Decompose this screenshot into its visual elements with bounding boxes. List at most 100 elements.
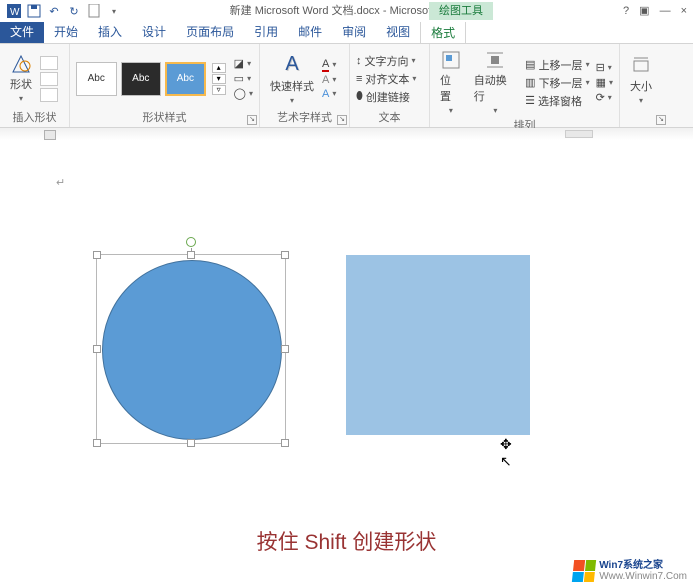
text-direction-icon: ↕: [356, 55, 362, 67]
document-canvas[interactable]: ↵ ✥↖ 按住 Shift 创建形状 Win7系统之家 Www.Winwin7.…: [0, 128, 693, 586]
draw-textbox-button[interactable]: [40, 72, 58, 86]
bring-forward-icon: ▤: [525, 58, 535, 71]
position-button[interactable]: 位置▾: [436, 48, 466, 117]
resize-handle-e[interactable]: [281, 345, 289, 353]
redo-icon[interactable]: ↻: [66, 3, 82, 19]
shape-outline-button[interactable]: ▭▾: [234, 72, 253, 85]
tab-references[interactable]: 引用: [244, 21, 288, 43]
shapes-label: 形状: [10, 76, 32, 92]
wrap-text-button[interactable]: 自动换行▾: [470, 48, 521, 117]
ruler-indent-marker[interactable]: [44, 130, 56, 140]
create-link-button[interactable]: ⬮创建链接: [356, 89, 416, 105]
size-icon: [631, 56, 651, 76]
group-button[interactable]: ▦▾: [596, 76, 613, 89]
group-label-wordart: 艺术字样式: [266, 109, 343, 125]
resize-handle-sw[interactable]: [93, 439, 101, 447]
text-effects-button[interactable]: A▾: [322, 88, 336, 100]
rotate-button[interactable]: ⟳▾: [596, 91, 613, 104]
shape-style-preset-1[interactable]: Abc: [76, 62, 117, 96]
tab-mailings[interactable]: 邮件: [288, 21, 332, 43]
tab-home[interactable]: 开始: [44, 21, 88, 43]
ribbon: 形状 ▾ 插入形状 Abc Abc Abc ▴ ▾ ▿ ◪▾ ▭▾ ◯▾: [0, 44, 693, 128]
selection-pane-button[interactable]: ☰选择窗格: [525, 93, 589, 109]
move-cursor-icon: ✥↖: [500, 436, 512, 470]
title-bar: W ↶ ↻ ▾ 新建 Microsoft Word 文档.docx - Micr…: [0, 0, 693, 22]
shape-mini-presets: [40, 56, 58, 102]
close-button[interactable]: ×: [681, 0, 687, 22]
text-outline-button[interactable]: A▾: [322, 74, 336, 86]
group-size: 大小▾ ↘: [620, 44, 668, 127]
edit-shape-button[interactable]: [40, 56, 58, 70]
align-button[interactable]: ⊟▾: [596, 61, 613, 74]
tab-format[interactable]: 格式: [420, 21, 466, 43]
tab-layout[interactable]: 页面布局: [176, 21, 244, 43]
shape-effects-button[interactable]: ◯▾: [234, 87, 253, 100]
ribbon-display-button[interactable]: ▣: [639, 0, 649, 22]
group-label-shape-styles: 形状样式: [76, 109, 253, 125]
shape-fill-button[interactable]: ◪▾: [234, 57, 253, 70]
resize-handle-w[interactable]: [93, 345, 101, 353]
group-label-text: 文本: [356, 109, 423, 125]
wordart-dialog-launcher[interactable]: ↘: [337, 115, 347, 125]
send-backward-button[interactable]: ▥下移一层▾: [525, 75, 589, 91]
watermark-line2: Www.Winwin7.Com: [599, 571, 687, 582]
position-icon: [441, 50, 461, 70]
style-expand[interactable]: ▿: [212, 85, 226, 95]
shape-styles-dialog-launcher[interactable]: ↘: [247, 115, 257, 125]
wordart-a-icon: A: [285, 53, 298, 76]
resize-handle-ne[interactable]: [281, 251, 289, 259]
word-icon[interactable]: W: [6, 3, 22, 19]
save-icon[interactable]: [26, 3, 42, 19]
tab-design[interactable]: 设计: [132, 21, 176, 43]
new-doc-icon[interactable]: [86, 3, 102, 19]
style-scroll-up[interactable]: ▴: [212, 63, 226, 73]
group-arrange: 位置▾ 自动换行▾ ▤上移一层▾ ▥下移一层▾ ☰选择窗格 ⊟▾ ▦▾ ⟳▾ 排…: [430, 44, 620, 127]
quick-styles-button[interactable]: A 快速样式 ▾: [266, 51, 318, 107]
chevron-down-icon: ▾: [290, 96, 294, 105]
shape-square[interactable]: [346, 255, 530, 435]
text-fill-button[interactable]: A▾: [322, 58, 336, 72]
ruler-right-marker[interactable]: [565, 130, 593, 138]
tab-insert[interactable]: 插入: [88, 21, 132, 43]
align-text-button[interactable]: ≡对齐文本▾: [356, 71, 416, 87]
paragraph-mark: ↵: [56, 176, 65, 189]
rotate-handle[interactable]: [186, 237, 196, 247]
instruction-caption: 按住 Shift 创建形状: [0, 526, 693, 556]
bucket-icon: ◪: [234, 57, 244, 70]
wrap-icon: [485, 50, 505, 70]
bring-forward-button[interactable]: ▤上移一层▾: [525, 57, 589, 73]
quick-access-toolbar: W ↶ ↻ ▾: [0, 3, 122, 19]
help-button[interactable]: ?: [623, 0, 629, 22]
align-icon: ⊟: [596, 61, 605, 74]
text-direction-button[interactable]: ↕文字方向▾: [356, 53, 416, 69]
effects-icon: ◯: [234, 87, 246, 100]
windows-logo-icon: [572, 560, 596, 582]
tab-review[interactable]: 审阅: [332, 21, 376, 43]
rotate-icon: ⟳: [596, 91, 605, 104]
undo-icon[interactable]: ↶: [46, 3, 62, 19]
resize-handle-n[interactable]: [187, 251, 195, 259]
tab-file[interactable]: 文件: [0, 21, 44, 43]
send-backward-icon: ▥: [525, 76, 535, 89]
watermark: Win7系统之家 Www.Winwin7.Com: [573, 560, 687, 582]
more-shapes-button[interactable]: [40, 88, 58, 102]
minimize-button[interactable]: —: [660, 0, 671, 22]
group-icon: ▦: [596, 76, 606, 89]
group-text: ↕文字方向▾ ≡对齐文本▾ ⬮创建链接 文本: [350, 44, 430, 127]
style-scroll-down[interactable]: ▾: [212, 74, 226, 84]
resize-handle-se[interactable]: [281, 439, 289, 447]
shapes-button[interactable]: 形状 ▾: [6, 52, 36, 105]
resize-handle-nw[interactable]: [93, 251, 101, 259]
size-dialog-launcher[interactable]: ↘: [656, 115, 666, 125]
group-insert-shape: 形状 ▾ 插入形状: [0, 44, 70, 127]
shape-circle-selected[interactable]: [102, 260, 282, 440]
link-icon: ⬮: [356, 90, 363, 103]
shape-style-preset-3-selected[interactable]: Abc: [165, 62, 206, 96]
resize-handle-s[interactable]: [187, 439, 195, 447]
shape-selection-box: [96, 254, 286, 444]
qat-customize-icon[interactable]: ▾: [106, 3, 122, 19]
tab-view[interactable]: 视图: [376, 21, 420, 43]
shape-style-preset-2[interactable]: Abc: [121, 62, 162, 96]
size-button[interactable]: 大小▾: [626, 54, 656, 107]
group-wordart-styles: A 快速样式 ▾ A▾ A▾ A▾ 艺术字样式 ↘: [260, 44, 350, 127]
